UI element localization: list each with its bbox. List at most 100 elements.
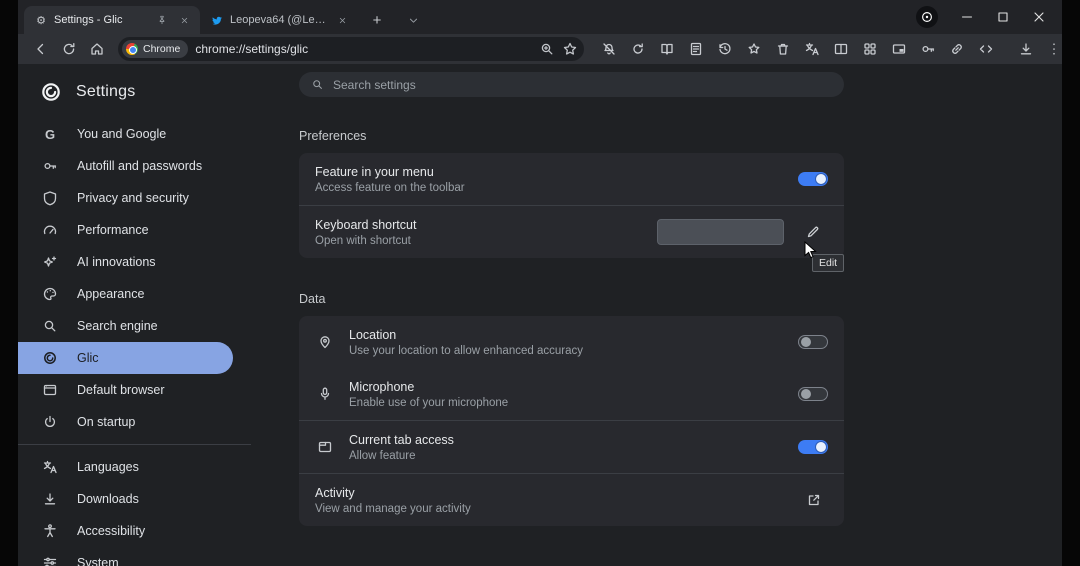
tune-icon [41, 554, 59, 566]
reload-button[interactable] [56, 36, 82, 62]
minimize-button[interactable] [952, 5, 982, 29]
close-window-button[interactable] [1024, 5, 1054, 29]
sidebar-item-performance[interactable]: Performance [18, 214, 233, 246]
developer-code-icon[interactable] [977, 38, 995, 60]
sidebar-item-system[interactable]: System [18, 547, 233, 566]
row-activity[interactable]: Activity View and manage your activity [299, 474, 844, 526]
search-settings[interactable] [299, 72, 844, 97]
chrome-badge-label: Chrome [143, 43, 180, 55]
settings-sidebar: Settings G You and Google Autofill and p… [18, 64, 283, 566]
magnifier-icon [41, 317, 59, 335]
settings-title: Settings [76, 83, 135, 101]
sidebar-item-privacy[interactable]: Privacy and security [18, 182, 233, 214]
maximize-button[interactable] [988, 5, 1018, 29]
downloads-button[interactable] [1013, 36, 1039, 62]
shield-icon [41, 189, 59, 207]
extensions-row [600, 38, 995, 60]
sidebar-item-autofill[interactable]: Autofill and passwords [18, 150, 233, 182]
tab-close-icon[interactable] [176, 12, 192, 28]
sidebar-item-accessibility[interactable]: Accessibility [18, 515, 233, 547]
row-subtitle: View and manage your activity [315, 503, 786, 515]
sidebar-item-label: Autofill and passwords [77, 159, 202, 173]
row-title: Feature in your menu [315, 165, 784, 179]
glic-logo-icon [40, 81, 62, 103]
reading-list-icon[interactable] [658, 38, 676, 60]
sidebar-item-downloads[interactable]: Downloads [18, 483, 233, 515]
main-area: Settings G You and Google Autofill and p… [18, 64, 1062, 566]
location-toggle[interactable] [798, 335, 828, 349]
tab-list-chevron-icon[interactable] [402, 9, 424, 31]
row-title: Location [349, 328, 784, 342]
feature-in-menu-toggle[interactable] [798, 172, 828, 186]
palette-icon [41, 285, 59, 303]
browser-menu-button[interactable] [1041, 36, 1062, 62]
sidebar-item-label: Privacy and security [77, 191, 189, 205]
history-icon[interactable] [716, 38, 734, 60]
row-keyboard-shortcut: Keyboard shortcut Open with shortcut Edi… [299, 206, 844, 258]
row-subtitle: Access feature on the toolbar [315, 182, 784, 194]
keyboard-shortcut-input[interactable] [657, 219, 784, 245]
sparkle-icon [41, 253, 59, 271]
sidebar-item-label: System [77, 556, 119, 566]
back-button[interactable] [28, 36, 54, 62]
sidebar-item-ai-innovations[interactable]: AI innovations [18, 246, 233, 278]
trash-icon[interactable] [774, 38, 792, 60]
row-subtitle: Enable use of your microphone [349, 397, 784, 409]
location-pin-icon [315, 332, 335, 352]
microphone-toggle[interactable] [798, 387, 828, 401]
home-button[interactable] [84, 36, 110, 62]
new-tab-button[interactable]: + [364, 7, 390, 33]
sidebar-item-default-browser[interactable]: Default browser [18, 374, 233, 406]
key-icon [41, 157, 59, 175]
article-icon[interactable] [687, 38, 705, 60]
tab-title: Leopeva64 (@Leopeva64) / Tw... [230, 14, 328, 26]
twitter-bird-icon [210, 13, 224, 27]
sidebar-item-search-engine[interactable]: Search engine [18, 310, 233, 342]
section-title-preferences: Preferences [299, 129, 1062, 143]
download-icon [41, 490, 59, 508]
sidebar-item-label: Search engine [77, 319, 158, 333]
translate-icon [41, 458, 59, 476]
accessibility-icon [41, 522, 59, 540]
address-bar[interactable]: Chrome chrome://settings/glic [118, 37, 584, 61]
recording-indicator-icon[interactable] [916, 6, 938, 28]
sidebar-item-label: You and Google [77, 127, 166, 141]
picture-in-picture-icon[interactable] [890, 38, 908, 60]
row-subtitle: Use your location to allow enhanced accu… [349, 345, 784, 357]
tab-pin-icon[interactable] [154, 12, 170, 28]
zoom-icon[interactable] [539, 41, 555, 57]
notifications-off-icon[interactable] [600, 38, 618, 60]
row-subtitle: Allow feature [349, 450, 784, 462]
sidebar-item-label: Accessibility [77, 524, 145, 538]
tab-close-icon[interactable] [334, 12, 350, 28]
sidebar-item-on-startup[interactable]: On startup [18, 406, 233, 438]
search-settings-input[interactable] [333, 78, 832, 92]
mouse-cursor [804, 241, 817, 259]
microphone-icon [315, 384, 335, 404]
bookmark-star-icon[interactable] [562, 41, 578, 57]
sidebar-item-label: Downloads [77, 492, 139, 506]
tab-twitter[interactable]: Leopeva64 (@Leopeva64) / Tw... [200, 6, 358, 34]
sidebar-item-glic[interactable]: Glic [18, 342, 233, 374]
external-link-icon[interactable] [800, 486, 828, 514]
split-screen-icon[interactable] [832, 38, 850, 60]
preferences-card: Feature in your menu Access feature on t… [299, 153, 844, 258]
tab-settings[interactable]: ⚙ Settings - Glic [24, 6, 200, 34]
link-icon[interactable] [948, 38, 966, 60]
row-title: Keyboard shortcut [315, 218, 643, 232]
sidebar-item-you-and-google[interactable]: G You and Google [18, 118, 233, 150]
url-text[interactable]: chrome://settings/glic [195, 42, 532, 56]
chrome-badge: Chrome [122, 40, 188, 58]
sidebar-item-languages[interactable]: Languages [18, 451, 233, 483]
toggle-knob [816, 442, 826, 452]
sidebar-item-appearance[interactable]: Appearance [18, 278, 233, 310]
current-tab-access-toggle[interactable] [798, 440, 828, 454]
reload-tabs-icon[interactable] [629, 38, 647, 60]
edit-shortcut-wrap: Edit [798, 217, 828, 247]
passwords-key-icon[interactable] [919, 38, 937, 60]
translate-ext-icon[interactable] [803, 38, 821, 60]
row-title: Activity [315, 486, 786, 500]
tab-groups-icon[interactable] [861, 38, 879, 60]
favorites-star-icon[interactable] [745, 38, 763, 60]
browser-window: ⚙ Settings - Glic Leopeva64 (@Leopeva64)… [18, 0, 1062, 566]
